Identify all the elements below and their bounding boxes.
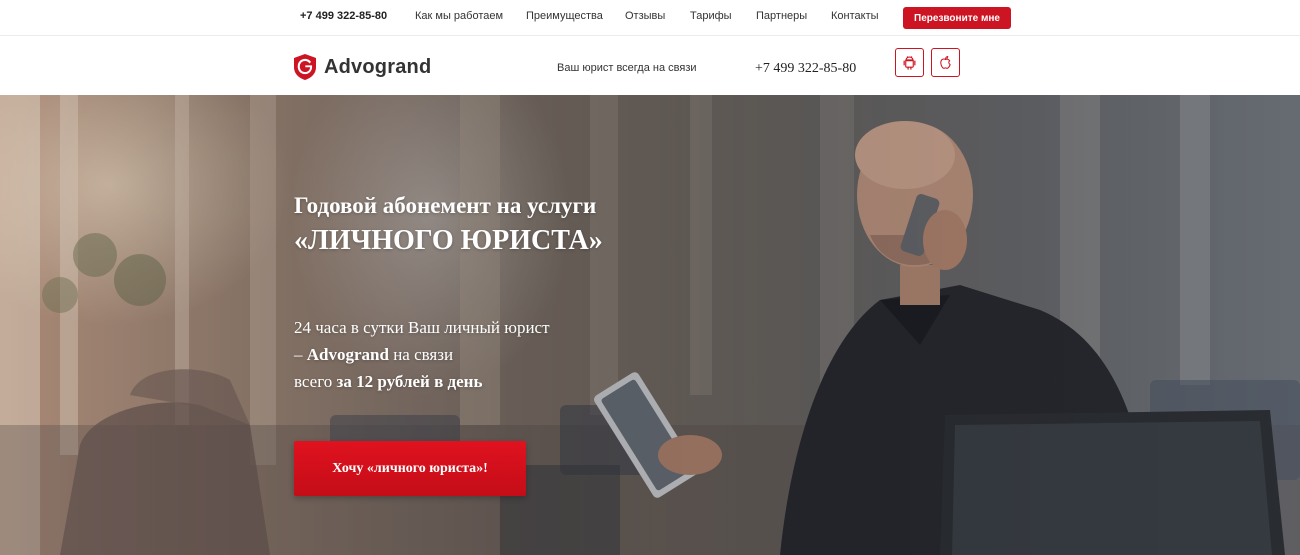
android-app-button[interactable] xyxy=(895,48,924,77)
cta-button[interactable]: Хочу «личного юриста»! xyxy=(294,441,526,496)
header-phone[interactable]: +7 499 322-85-80 xyxy=(755,61,856,77)
hero-subtitle-line1: 24 часа в сутки Ваш личный юрист xyxy=(294,318,550,337)
nav-advantages[interactable]: Преимущества xyxy=(526,10,603,22)
hero-subtitle-line3: всего за 12 рублей в день xyxy=(294,368,550,395)
hero-price: за 12 рублей в день xyxy=(336,372,483,391)
nav-partners[interactable]: Партнеры xyxy=(756,10,807,22)
callback-button[interactable]: Перезвоните мне xyxy=(903,7,1011,29)
top-navigation: +7 499 322-85-80 Как мы работаем Преимущ… xyxy=(0,0,1300,36)
hero-subtitle: 24 часа в сутки Ваш личный юрист – Advog… xyxy=(294,314,550,395)
android-icon xyxy=(903,56,916,70)
hero-dash: – xyxy=(294,345,307,364)
hero-subtitle-line2: – Advogrand на связи xyxy=(294,341,550,368)
nav-tariffs[interactable]: Тарифы xyxy=(690,10,732,22)
hero-only: всего xyxy=(294,372,337,391)
apple-app-button[interactable] xyxy=(931,48,960,77)
nav-contacts[interactable]: Контакты xyxy=(831,10,879,22)
hero-title: Годовой абонемент на услуги «ЛИЧНОГО ЮРИ… xyxy=(294,191,603,261)
apple-icon xyxy=(940,55,951,69)
top-phone-link[interactable]: +7 499 322-85-80 xyxy=(300,10,387,22)
nav-how-we-work[interactable]: Как мы работаем xyxy=(415,10,503,22)
hero-brand: Advogrand xyxy=(306,345,389,364)
nav-reviews[interactable]: Отзывы xyxy=(625,10,665,22)
logo[interactable]: Advogrand xyxy=(293,53,431,81)
hero-title-line1: Годовой абонемент на услуги xyxy=(294,193,597,218)
tagline: Ваш юрист всегда на связи xyxy=(557,62,697,74)
hero-title-line2: «ЛИЧНОГО ЮРИСТА» xyxy=(294,225,603,256)
logo-shield-icon xyxy=(294,54,316,80)
hero-on-air: на связи xyxy=(388,345,454,364)
logo-text: Advogrand xyxy=(324,55,432,78)
site-header: Advogrand Ваш юрист всегда на связи +7 4… xyxy=(0,37,1300,95)
hero-overlay xyxy=(0,95,1300,555)
hero-section: Годовой абонемент на услуги «ЛИЧНОГО ЮРИ… xyxy=(0,95,1300,555)
